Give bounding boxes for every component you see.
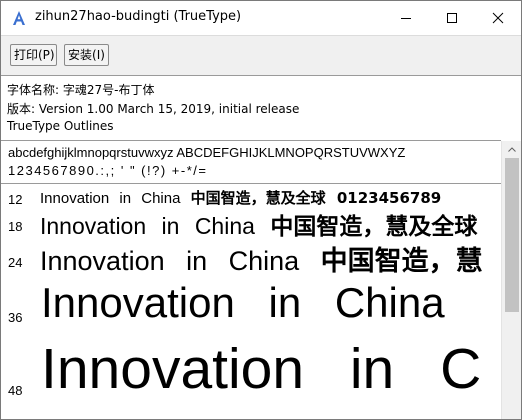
outline-type-line: TrueType Outlines xyxy=(7,119,114,133)
sample-cjk: 中国智造，慧 xyxy=(320,246,483,277)
title-bar[interactable]: zihun27hao-budingti (TrueType) xyxy=(1,1,521,35)
font-name-line: 字体名称: 字魂27号-布丁体 xyxy=(7,83,155,97)
font-info: 字体名称: 字魂27号-布丁体 版本: Version 1.00 March 1… xyxy=(1,75,521,142)
sample-text: Innovation in C xyxy=(41,337,482,401)
point-size-label: 48 xyxy=(8,383,23,398)
install-button[interactable]: 安装(I) xyxy=(64,44,109,66)
scroll-thumb[interactable] xyxy=(505,158,519,312)
point-size-label: 24 xyxy=(8,255,23,270)
character-set-sample: abcdefghijklmnopqrstuvwxyz ABCDEFGHIJKLM… xyxy=(1,141,501,183)
maximize-icon xyxy=(447,13,457,23)
scroll-up-button[interactable] xyxy=(502,141,521,158)
window-title: zihun27hao-budingti (TrueType) xyxy=(35,9,242,24)
sample-text: Innovation in China 中国智造，慧及全球 xyxy=(40,207,477,241)
alphabet-sample: abcdefghijklmnopqrstuvwxyz ABCDEFGHIJKLM… xyxy=(8,145,406,160)
sample-text: Innovation in China xyxy=(41,279,445,326)
close-icon xyxy=(492,12,504,24)
size-samples: 12 Innovation in China 中国智造，慧及全球 0123456… xyxy=(1,184,501,419)
sample-text: Innovation in China 中国智造，慧 xyxy=(40,239,483,278)
sample-cjk: 中国智造，慧及全球 xyxy=(270,214,478,240)
sample-latin: Innovation in China xyxy=(40,213,271,239)
point-size-label: 12 xyxy=(8,192,23,207)
close-button[interactable] xyxy=(475,1,521,35)
sample-cjk: 中国智造，慧及全球 0123456789 xyxy=(190,189,442,207)
minimize-icon xyxy=(401,18,411,19)
toolbar: 打印(P) 安装(I) xyxy=(1,35,521,76)
minimize-button[interactable] xyxy=(383,1,429,35)
font-viewer-icon xyxy=(11,10,27,26)
point-size-label: 36 xyxy=(8,310,23,325)
sample-latin: Innovation in China xyxy=(40,246,321,276)
version-line: 版本: Version 1.00 March 15, 2019, initial… xyxy=(7,102,300,116)
point-size-label: 18 xyxy=(8,219,23,234)
print-button[interactable]: 打印(P) xyxy=(10,44,57,66)
sample-latin: Innovation in China xyxy=(40,190,191,207)
maximize-button[interactable] xyxy=(429,1,475,35)
font-viewer-window: zihun27hao-budingti (TrueType) 打印(P) 安装(… xyxy=(0,0,522,420)
vertical-scrollbar[interactable] xyxy=(501,141,521,419)
chevron-up-icon xyxy=(508,147,516,152)
digits-punctuation-sample: 1234567890.:,; ' " (!?) +-*/= xyxy=(8,163,208,178)
sample-text: Innovation in China 中国智造，慧及全球 0123456789 xyxy=(40,187,441,208)
